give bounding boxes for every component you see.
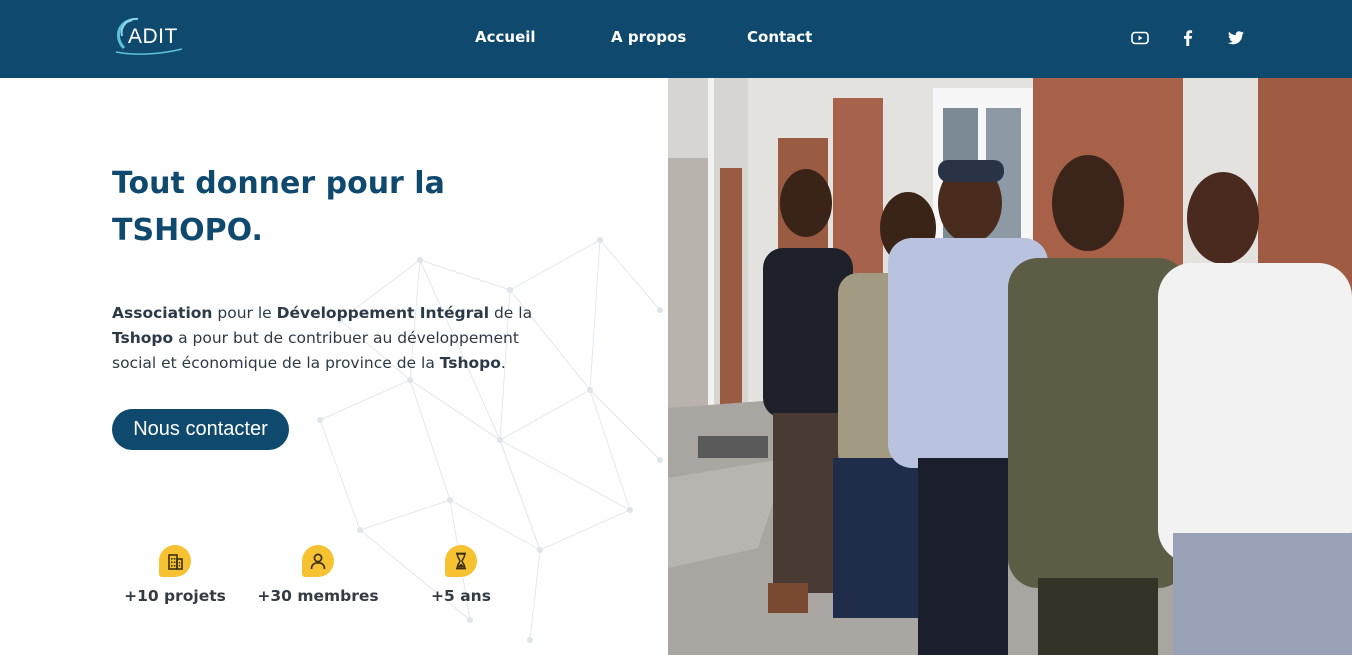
- nav-a-propos[interactable]: A propos: [611, 28, 686, 46]
- desc-text: .: [500, 354, 506, 372]
- hero-title: Tout donner pour la TSHOPO.: [112, 160, 532, 254]
- desc-text: pour le: [212, 304, 277, 322]
- user-icon: [302, 545, 334, 577]
- hourglass-icon: [445, 545, 477, 577]
- hero-title-line1: Tout donner pour la: [112, 166, 445, 201]
- desc-bold-developpement: Développement Intégral: [276, 304, 490, 322]
- youtube-icon[interactable]: [1130, 28, 1150, 48]
- hero-title-line2: TSHOPO.: [112, 213, 263, 248]
- desc-text: de la: [489, 304, 533, 322]
- group-photo: [668, 78, 1352, 655]
- desc-bold-tshopo: Tshopo: [112, 329, 174, 347]
- nav-contact[interactable]: Contact: [747, 28, 812, 46]
- group-photo-illustration: [668, 78, 1352, 655]
- navbar: ADIT Accueil A propos Contact: [0, 0, 1352, 78]
- logo-text: ADIT: [128, 25, 178, 48]
- twitter-icon[interactable]: [1226, 28, 1246, 48]
- nav-accueil[interactable]: Accueil: [475, 28, 536, 46]
- stat-membres: +30 membres: [257, 587, 379, 605]
- desc-bold-association: Association: [112, 304, 213, 322]
- hero-description: Association pour le Développement Intégr…: [112, 301, 542, 376]
- desc-bold-tshopo: Tshopo: [439, 354, 501, 372]
- contact-button[interactable]: Nous contacter: [112, 409, 289, 450]
- building-icon: [159, 545, 191, 577]
- stat-projets: +10 projets: [124, 587, 226, 605]
- logo[interactable]: ADIT: [112, 16, 184, 56]
- facebook-icon[interactable]: [1178, 28, 1198, 48]
- stat-ans: +5 ans: [431, 587, 491, 605]
